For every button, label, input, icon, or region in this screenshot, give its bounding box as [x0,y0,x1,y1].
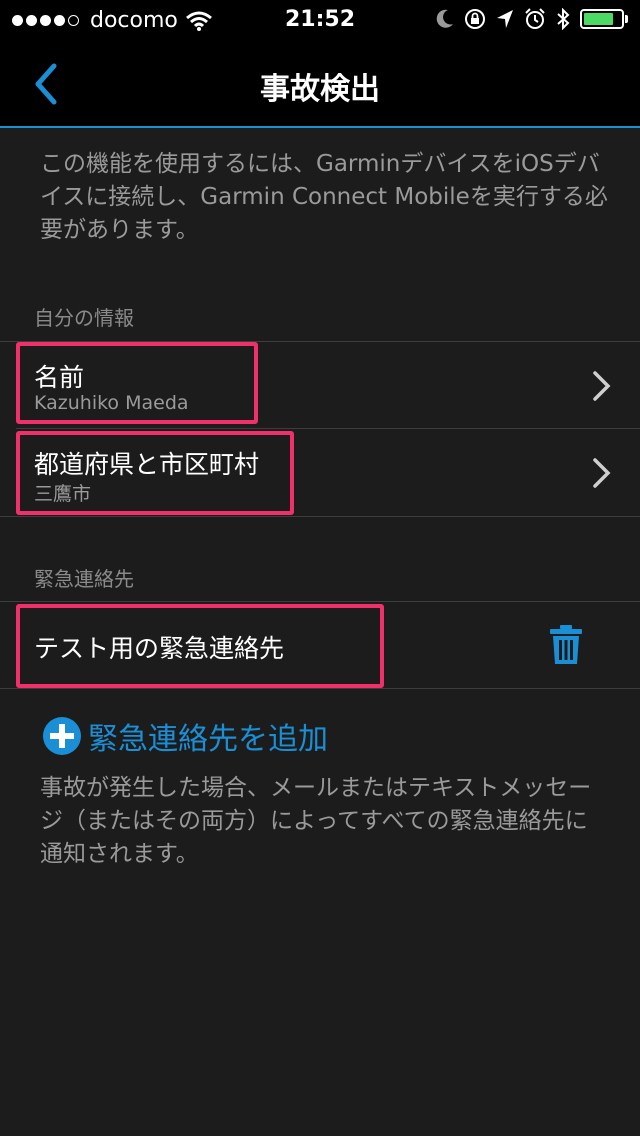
section-header-emergency-contacts: 緊急連絡先 [34,567,134,591]
add-emergency-contact-label: 緊急連絡先を追加 [88,722,328,757]
chevron-right-icon [593,458,611,488]
chevron-right-icon [593,371,611,401]
intro-text: この機能を使用するには、GarminデバイスをiOSデバイスに接続し、Garmi… [40,151,608,243]
divider [0,516,640,517]
page-title: 事故検出 [260,72,380,107]
bluetooth-icon [557,8,570,30]
status-right [426,8,628,30]
alarm-icon [525,8,545,29]
moon-icon [436,9,453,28]
add-emergency-contact-button[interactable]: 緊急連絡先を追加 [42,714,328,758]
location-arrow-icon [497,10,513,28]
trash-icon [550,625,582,664]
status-bar: docomo 21:52 [0,0,640,40]
emergency-contact-item[interactable]: テスト用の緊急連絡先 [0,602,640,688]
row-name[interactable]: 名前 Kazuhiko Maeda [0,342,640,428]
footer-note: 事故が発生した場合、メールまたはテキストメッセージ（またはその両方）によってすべ… [40,775,592,867]
battery-icon [580,9,628,29]
delete-contact-button[interactable] [548,624,584,666]
row-prefecture-city[interactable]: 都道府県と市区町村 三鷹市 [0,429,640,516]
navigation-bar: 事故検出 [0,40,640,128]
highlight-box [16,431,294,515]
divider [0,688,640,689]
rotation-lock-icon [465,9,485,29]
section-header-my-info: 自分の情報 [34,306,134,330]
highlight-box [16,342,258,424]
plus-circle-icon [43,717,81,755]
highlight-box [16,604,384,688]
